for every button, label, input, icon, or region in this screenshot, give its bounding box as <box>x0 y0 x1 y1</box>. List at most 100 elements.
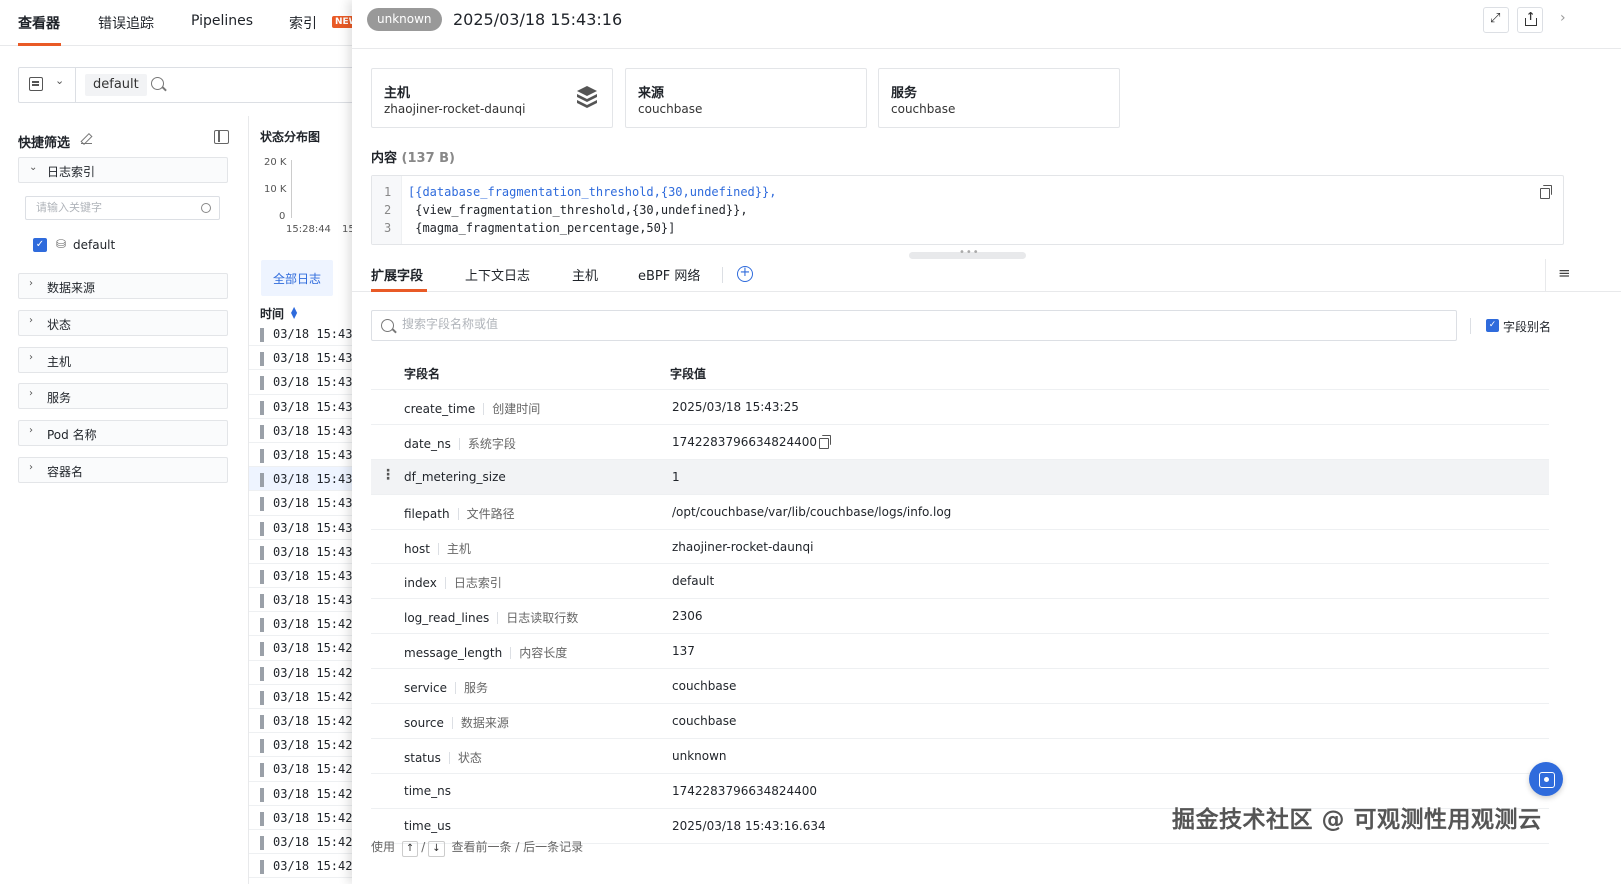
field-value: couchbase <box>672 714 737 729</box>
facet-data-source[interactable]: › 数据来源 <box>18 273 228 299</box>
facet-status[interactable]: › 状态 <box>18 310 228 336</box>
tab-all-logs[interactable]: 全部日志 <box>261 260 333 296</box>
share-button[interactable] <box>1517 7 1543 33</box>
edit-icon[interactable] <box>81 133 92 144</box>
table-row[interactable]: filepath 文件路径/opt/couchbase/var/lib/couch… <box>371 495 1549 530</box>
field-name: service <box>404 681 447 696</box>
copy-icon[interactable] <box>819 434 831 449</box>
table-row[interactable]: date_ns 系统字段 1742283796634824400 <box>371 425 1549 460</box>
log-row[interactable]: 03/18 15:42 <box>249 685 364 709</box>
field-name-cell: service 服务 <box>404 679 488 696</box>
collapse-sidebar-icon[interactable] <box>214 130 229 144</box>
index-chip[interactable]: default <box>85 74 147 96</box>
log-row[interactable]: 03/18 15:43 <box>249 419 364 443</box>
log-row[interactable]: 03/18 15:43 <box>249 467 364 492</box>
field-name-cell: filepath 文件路径 <box>404 505 515 522</box>
field-search-input[interactable] <box>402 317 1402 331</box>
log-time: 03/18 15:42 <box>273 738 353 753</box>
table-row[interactable]: ⋮ df_metering_size 1 <box>371 459 1549 495</box>
tab-viewer[interactable]: 查看器 <box>18 13 60 33</box>
field-alias-checkbox[interactable]: ✓ <box>1486 319 1499 332</box>
info-card-source[interactable]: 来源 couchbase <box>625 68 867 128</box>
facet-service[interactable]: › 服务 <box>18 383 228 409</box>
tab-context-logs[interactable]: 上下文日志 <box>465 265 530 284</box>
log-row[interactable]: 03/18 15:42 <box>249 733 364 758</box>
search-icon[interactable] <box>151 77 164 90</box>
table-row[interactable]: host 主机 zhaojiner-rocket-daunqi <box>371 530 1549 565</box>
field-alias: 创建时间 <box>475 402 540 416</box>
tab-host[interactable]: 主机 <box>572 265 598 284</box>
log-row[interactable]: 03/18 15:43 <box>249 564 364 589</box>
table-row[interactable]: create_time 创建时间 2025/03/18 15:43:25 <box>371 390 1549 425</box>
log-row[interactable]: 03/18 15:42 <box>249 806 364 830</box>
close-icon[interactable]: › <box>1560 10 1566 26</box>
index-checkbox[interactable]: ✓ <box>33 238 47 252</box>
table-row[interactable]: message_length 内容长度 137 <box>371 634 1549 670</box>
log-time: 03/18 15:42 <box>273 689 353 704</box>
facet-search-input[interactable] <box>36 201 196 214</box>
log-time: 03/18 15:43 <box>273 520 353 535</box>
sort-icon[interactable]: ▲ ▼ <box>291 306 297 320</box>
info-card-host[interactable]: 主机 zhaojiner-rocket-daunqi <box>371 68 613 128</box>
data-source-icon[interactable] <box>29 77 43 91</box>
screenshot-float-button[interactable] <box>1529 762 1563 796</box>
table-row[interactable]: source 数据来源 couchbase <box>371 704 1549 739</box>
log-row[interactable]: 03/18 15:43 <box>249 346 364 371</box>
log-row[interactable]: 03/18 15:43 <box>249 370 364 395</box>
status-bar <box>260 835 264 850</box>
log-row[interactable]: 03/18 15:42 <box>249 709 364 734</box>
log-row[interactable]: 03/18 15:42 <box>249 782 364 806</box>
menu-icon[interactable] <box>1545 259 1575 292</box>
more-icon[interactable]: ⋮ <box>381 467 395 483</box>
log-row[interactable]: 03/18 15:42 <box>249 612 364 637</box>
log-row[interactable]: 03/18 15:43 <box>249 491 364 516</box>
log-row[interactable]: 03/18 15:42 <box>249 854 364 879</box>
log-row[interactable]: 03/18 15:43 <box>249 395 364 419</box>
content-code-block[interactable]: 1 2 3 [{database_fragmentation_threshold… <box>371 175 1564 245</box>
query-bar[interactable]: ⌄ default <box>18 67 364 103</box>
add-tab-icon[interactable]: + <box>737 266 753 282</box>
tab-pipelines[interactable]: Pipelines <box>191 13 253 29</box>
log-row[interactable]: 03/18 15:42 <box>249 636 364 661</box>
log-time: 03/18 15:43 <box>273 593 353 608</box>
log-row[interactable]: 03/18 15:42 <box>249 661 364 685</box>
fullscreen-button[interactable] <box>1483 7 1509 33</box>
log-row[interactable]: 03/18 15:42 <box>249 757 364 782</box>
facet-label: 服务 <box>47 391 72 405</box>
tab-ebpf-network[interactable]: eBPF 网络 <box>638 265 700 284</box>
active-tab-indicator <box>371 289 427 292</box>
time-column-header[interactable]: 时间 <box>260 305 284 322</box>
table-row[interactable]: service 服务 couchbase <box>371 669 1549 705</box>
facet-log-index[interactable]: ⌄ 日志索引 <box>18 157 228 183</box>
log-row[interactable]: 03/18 15:43 <box>249 443 364 468</box>
table-row[interactable]: index 日志索引 default <box>371 564 1549 600</box>
chevron-right-icon: › <box>29 352 33 363</box>
tab-extended-fields[interactable]: 扩展字段 <box>371 265 423 284</box>
log-row[interactable]: 03/18 15:43 <box>249 588 364 613</box>
log-row[interactable]: 03/18 15:42 <box>249 830 364 855</box>
log-row[interactable]: 03/18 15:43 <box>249 322 364 347</box>
facet-host[interactable]: › 主机 <box>18 347 228 373</box>
facet-search[interactable] <box>25 196 220 220</box>
field-name: source <box>404 716 444 731</box>
line-number: 2 <box>384 203 392 217</box>
facet-pod-name[interactable]: › Pod 名称 <box>18 420 228 446</box>
info-card-service[interactable]: 服务 couchbase <box>878 68 1120 128</box>
copy-icon[interactable] <box>1540 185 1552 199</box>
table-row[interactable]: status 状态 unknown <box>371 739 1549 774</box>
status-bar <box>260 787 264 802</box>
field-name: status <box>404 750 441 765</box>
field-search[interactable] <box>371 310 1457 341</box>
field-alias: 服务 <box>447 681 488 695</box>
table-row[interactable]: log_read_lines 日志读取行数 2306 <box>371 599 1549 635</box>
log-row[interactable]: 03/18 15:43 <box>249 516 364 540</box>
chevron-down-icon[interactable]: ⌄ <box>55 74 64 87</box>
tab-error-tracking[interactable]: 错误追踪 <box>98 13 154 33</box>
log-row[interactable]: 03/18 15:43 <box>249 540 364 564</box>
tab-index[interactable]: 索引 <box>289 13 317 33</box>
log-time: 03/18 15:43 <box>273 472 353 487</box>
facet-container-name[interactable]: › 容器名 <box>18 457 228 483</box>
field-value: 1742283796634824400 <box>672 783 818 798</box>
resize-handle[interactable]: ••• <box>909 247 1026 259</box>
index-icon: ⛁ <box>56 237 67 251</box>
